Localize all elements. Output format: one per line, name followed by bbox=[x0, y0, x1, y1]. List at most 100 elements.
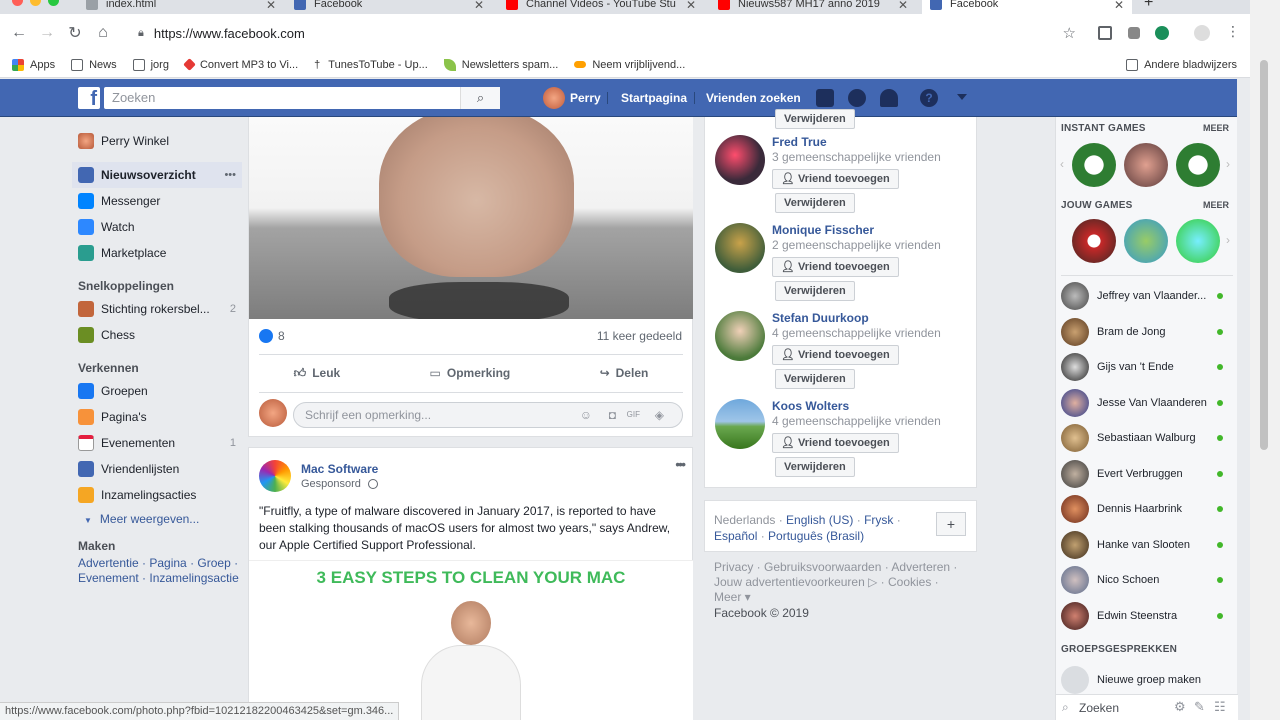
chevron-right-icon[interactable]: › bbox=[1226, 233, 1230, 247]
sidebar-item-watch[interactable]: Watch bbox=[72, 214, 242, 240]
extension-icon[interactable] bbox=[1155, 26, 1169, 40]
chat-contact[interactable]: Dennis Haarbrink bbox=[1061, 494, 1233, 524]
bookmark-news[interactable]: News bbox=[71, 58, 117, 71]
forward-arrow-icon[interactable]: → bbox=[33, 24, 61, 42]
gear-icon[interactable]: ⚙ bbox=[1174, 699, 1186, 715]
sidebar-item-marketplace[interactable]: Marketplace bbox=[72, 240, 242, 266]
extension-icon[interactable] bbox=[1098, 26, 1112, 40]
chat-contact[interactable]: Sebastiaan Walburg bbox=[1061, 423, 1233, 453]
gif-icon[interactable]: GIF bbox=[627, 403, 640, 427]
close-tab-icon[interactable]: ✕ bbox=[686, 0, 696, 12]
sidebar-item-messenger[interactable]: Messenger bbox=[72, 188, 242, 214]
comment-button[interactable]: ▭ Opmerking bbox=[430, 366, 511, 380]
remove-button[interactable]: Verwijderen bbox=[775, 193, 855, 213]
close-tab-icon[interactable]: ✕ bbox=[898, 0, 908, 12]
close-tab-icon[interactable]: ✕ bbox=[1114, 0, 1124, 12]
chevron-right-icon[interactable]: › bbox=[1226, 157, 1230, 171]
messenger-icon[interactable] bbox=[848, 89, 866, 107]
notifications-bell-icon[interactable] bbox=[880, 89, 898, 107]
scrollbar-thumb[interactable] bbox=[1260, 60, 1268, 450]
bookmark-jorg[interactable]: jorg bbox=[132, 58, 169, 71]
add-friend-button[interactable]: 👤︎ Vriend toevoegen bbox=[772, 257, 899, 277]
facebook-search-input[interactable]: Zoeken ⌕ bbox=[104, 87, 500, 109]
browser-tab[interactable]: Nieuws587 MH17 anno 2019 ✕ bbox=[710, 0, 916, 14]
sidebar-item-shortcut[interactable]: Chess bbox=[72, 322, 242, 348]
maximize-window-button[interactable] bbox=[48, 0, 59, 6]
address-bar[interactable]: 🔒︎ https://www.facebook.com ☆ bbox=[126, 19, 1086, 47]
home-link[interactable]: Startpagina bbox=[621, 79, 687, 117]
back-arrow-icon[interactable]: ← bbox=[5, 24, 33, 42]
account-menu-chevron-icon[interactable] bbox=[957, 94, 967, 100]
chat-contact[interactable]: Edwin Steenstra bbox=[1061, 601, 1233, 631]
share-count[interactable]: 11 keer gedeeld bbox=[597, 329, 682, 343]
sidebar-item-pages[interactable]: Pagina's bbox=[72, 404, 242, 430]
language-link[interactable]: Português (Brasil) bbox=[768, 529, 864, 543]
avatar[interactable] bbox=[715, 399, 765, 449]
avatar[interactable] bbox=[715, 223, 765, 273]
game-icon[interactable] bbox=[1124, 143, 1168, 187]
chat-contact[interactable]: Gijs van 't Ende bbox=[1061, 352, 1233, 382]
close-window-button[interactable] bbox=[12, 0, 23, 6]
help-icon[interactable]: ? bbox=[920, 89, 938, 107]
search-icon[interactable]: ⌕ bbox=[460, 87, 500, 109]
more-games-link[interactable]: MEER bbox=[1203, 123, 1229, 133]
group-chat-icon[interactable]: ☷ bbox=[1214, 699, 1226, 715]
sidebar-item-friend-lists[interactable]: Vriendenlijsten bbox=[72, 456, 242, 482]
solitaire-game-icon[interactable] bbox=[1072, 143, 1116, 187]
remove-button[interactable]: Verwijderen bbox=[775, 369, 855, 389]
chess-game-icon[interactable] bbox=[1072, 219, 1116, 263]
bookmark-star-icon[interactable]: ☆ bbox=[1063, 24, 1076, 42]
post-photo[interactable] bbox=[249, 117, 693, 319]
post-author[interactable]: Mac Software bbox=[301, 462, 378, 476]
see-more-link[interactable]: ▼ Meer weergeven... bbox=[72, 508, 242, 530]
sidebar-item-fundraisers[interactable]: Inzamelingsacties bbox=[72, 482, 242, 508]
user-avatar[interactable] bbox=[543, 87, 565, 109]
menu-dots-icon[interactable]: ⋮ bbox=[1226, 23, 1240, 40]
avatar[interactable] bbox=[715, 311, 765, 361]
comment-input[interactable]: Schrijf een opmerking... ☺ ◘ GIF ◈ bbox=[293, 402, 683, 428]
bookmark-other[interactable]: Andere bladwijzers bbox=[1126, 58, 1237, 71]
diamond-game-icon[interactable] bbox=[1176, 219, 1220, 263]
sticker-icon[interactable]: ◈ bbox=[655, 403, 664, 427]
add-language-button[interactable]: + bbox=[936, 512, 966, 536]
more-options-icon[interactable]: ••• bbox=[224, 169, 236, 181]
bookmark-newsletters[interactable]: Newsletters spam... bbox=[443, 58, 558, 71]
add-friend-button[interactable]: 👤︎ Vriend toevoegen bbox=[772, 169, 899, 189]
profile-link[interactable]: Perry Winkel bbox=[72, 128, 242, 154]
remove-button[interactable]: Verwijderen bbox=[775, 109, 855, 129]
chat-contact[interactable]: Bram de Jong bbox=[1061, 317, 1233, 347]
sidebar-item-shortcut[interactable]: Stichting rokersbel... 2 bbox=[72, 296, 242, 322]
create-links[interactable]: Advertentie · Pagina · Groep · Evenement… bbox=[72, 556, 242, 586]
share-button[interactable]: ↪ Delen bbox=[600, 366, 649, 380]
browser-tab[interactable]: Facebook ✕ bbox=[286, 0, 492, 14]
page-avatar[interactable] bbox=[259, 460, 291, 492]
chat-contact[interactable]: Evert Verbruggen bbox=[1061, 459, 1233, 489]
game-icon[interactable] bbox=[1124, 219, 1168, 263]
home-icon[interactable]: ⌂ bbox=[89, 24, 117, 42]
reload-icon[interactable]: ↻ bbox=[61, 23, 89, 43]
chevron-left-icon[interactable]: ‹ bbox=[1060, 157, 1064, 171]
sidebar-item-news-feed[interactable]: Nieuwsoverzicht ••• bbox=[72, 162, 242, 188]
language-link[interactable]: Español bbox=[714, 529, 757, 543]
facebook-logo[interactable]: f bbox=[78, 87, 100, 110]
language-link[interactable]: Frysk bbox=[864, 513, 893, 527]
browser-tab-active[interactable]: Facebook ✕ bbox=[922, 0, 1132, 14]
avatar[interactable] bbox=[715, 135, 765, 185]
like-button[interactable]: 👍︎ Leuk bbox=[294, 366, 341, 381]
post-options-icon[interactable]: ••• bbox=[675, 456, 686, 472]
more-games-link[interactable]: MEER bbox=[1203, 200, 1229, 210]
emoji-icon[interactable]: ☺ bbox=[580, 403, 592, 427]
chat-contact[interactable]: Jeffrey van Vlaander... bbox=[1061, 281, 1233, 311]
page-scrollbar[interactable] bbox=[1250, 0, 1280, 720]
browser-tab[interactable]: Channel Videos - YouTube Stu ✕ bbox=[498, 0, 704, 14]
sidebar-item-events[interactable]: Evenementen 1 bbox=[72, 430, 242, 456]
ad-image[interactable]: 3 EASY STEPS TO CLEAN YOUR MAC bbox=[249, 560, 693, 720]
compose-icon[interactable]: ✎ bbox=[1194, 699, 1205, 715]
sponsored-label[interactable]: Gesponsord bbox=[301, 478, 378, 490]
minimize-window-button[interactable] bbox=[30, 0, 41, 6]
bookmark-apps[interactable]: Apps bbox=[12, 58, 55, 71]
profile-link[interactable]: Perry bbox=[570, 79, 601, 117]
close-tab-icon[interactable]: ✕ bbox=[266, 0, 276, 12]
extension-icon[interactable] bbox=[1128, 27, 1140, 39]
new-tab-button[interactable]: + bbox=[1144, 0, 1153, 12]
